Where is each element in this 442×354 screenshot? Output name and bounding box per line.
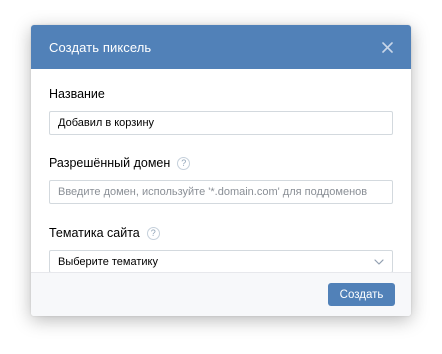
question-icon[interactable]: ? xyxy=(146,227,160,240)
create-pixel-dialog: Создать пиксель Название Разрешённый дом… xyxy=(31,25,411,316)
create-button[interactable]: Создать xyxy=(328,283,395,306)
close-icon[interactable] xyxy=(379,39,395,55)
domain-field-group: Разрешённый домен ? xyxy=(49,156,393,204)
name-label: Название xyxy=(49,87,105,101)
dialog-title: Создать пиксель xyxy=(49,39,152,55)
topic-field-group: Тематика сайта ? Выберите тематику xyxy=(49,226,393,273)
topic-label: Тематика сайта xyxy=(49,226,140,240)
dialog-header: Создать пиксель xyxy=(31,25,411,69)
domain-label: Разрешённый домен xyxy=(49,156,171,170)
topic-label-row: Тематика сайта ? xyxy=(49,226,393,241)
chevron-down-icon xyxy=(374,256,384,268)
question-icon[interactable]: ? xyxy=(177,157,191,170)
domain-label-row: Разрешённый домен ? xyxy=(49,156,393,171)
topic-select-value: Выберите тематику xyxy=(58,255,158,268)
dialog-footer: Создать xyxy=(31,272,411,316)
name-field-group: Название xyxy=(49,87,393,135)
name-input[interactable] xyxy=(49,111,393,135)
topic-select[interactable]: Выберите тематику xyxy=(49,250,393,273)
dialog-body: Название Разрешённый домен ? Тематика са… xyxy=(31,69,411,273)
domain-input[interactable] xyxy=(49,180,393,204)
